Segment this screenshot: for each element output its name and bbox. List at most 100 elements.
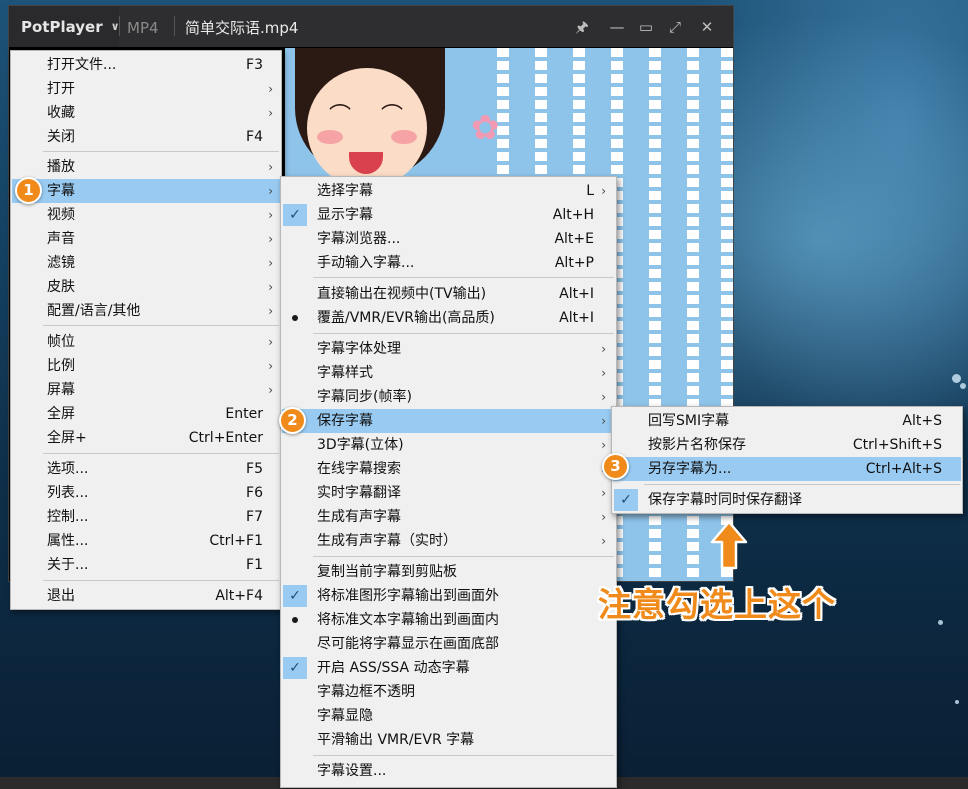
menu-shortcut: Ctrl+F1 <box>209 533 263 549</box>
menu-item-save-with-translation[interactable]: ✓ 保存字幕时同时保存翻译 <box>612 488 962 512</box>
app-menu-button[interactable]: PotPlayer ∨ <box>9 6 120 47</box>
menu-item-label: 全屏+ <box>47 430 87 446</box>
menu-item-manual-input[interactable]: 手动输入字幕... Alt+P <box>281 251 616 275</box>
menu-item-opaque-border[interactable]: 字幕边框不透明 <box>281 680 616 704</box>
menu-item-screen[interactable]: 屏幕 › <box>11 378 281 402</box>
menu-item-tv-output[interactable]: 直接输出在视频中(TV输出) Alt+I <box>281 282 616 306</box>
menu-item-ass-dynamic[interactable]: ✓ 开启 ASS/SSA 动态字幕 <box>281 656 616 680</box>
menu-item-copy-subtitle[interactable]: 复制当前字幕到剪贴板 <box>281 560 616 584</box>
menu-item-label: 关闭 <box>47 129 75 145</box>
menu-item-label: 字幕同步(帧率) <box>317 389 412 405</box>
menu-shortcut: Alt+S <box>902 413 942 429</box>
menu-item-label: 比例 <box>47 358 75 374</box>
menu-item-subtitle-settings[interactable]: 字幕设置... <box>281 759 616 783</box>
menu-item-graphic-outside[interactable]: ✓ 将标准图形字幕输出到画面外 <box>281 584 616 608</box>
menu-item-3d-subtitle[interactable]: 3D字幕(立体) › <box>281 433 616 457</box>
menu-item-sync[interactable]: 字幕同步(帧率) › <box>281 385 616 409</box>
menu-item-toggle-visibility[interactable]: 字幕显隐 <box>281 704 616 728</box>
menu-item-label: 3D字幕(立体) <box>317 437 404 453</box>
menu-item-save-as[interactable]: 另存字幕为... Ctrl+Alt+S <box>613 457 961 481</box>
bubble <box>938 620 943 625</box>
menu-item-control[interactable]: 控制... F7 <box>11 505 281 529</box>
menu-item-fullscreen-plus[interactable]: 全屏+ Ctrl+Enter <box>11 426 281 450</box>
menu-item-save-subtitle[interactable]: 保存字幕 › <box>282 409 615 433</box>
menu-item-label: 手动输入字幕... <box>317 255 415 271</box>
menu-item-exit[interactable]: 退出 Alt+F4 <box>11 584 281 608</box>
menu-item-play[interactable]: 播放 › <box>11 155 281 179</box>
menu-item-label: 实时字幕翻译 <box>317 485 401 501</box>
chevron-right-icon: › <box>601 184 606 198</box>
step-badge-2: 2 <box>279 407 306 434</box>
menu-item-label: 视频 <box>47 207 75 223</box>
menu-shortcut: Alt+F4 <box>215 588 263 604</box>
menu-item-select-subtitle[interactable]: 选择字幕 L › <box>281 179 616 203</box>
menu-item-properties[interactable]: 属性... Ctrl+F1 <box>11 529 281 553</box>
check-icon: ✓ <box>283 204 307 226</box>
menu-item-favorites[interactable]: 收藏 › <box>11 101 281 125</box>
cheek <box>391 130 417 144</box>
eye-icon: ⌒ <box>329 104 352 129</box>
menu-item-fullscreen[interactable]: 全屏 Enter <box>11 402 281 426</box>
chevron-right-icon: › <box>268 280 273 294</box>
menu-shortcut: Alt+I <box>559 286 594 302</box>
chevron-right-icon: › <box>268 106 273 120</box>
menu-item-label: 退出 <box>47 588 75 604</box>
chevron-right-icon: › <box>268 359 273 373</box>
menu-separator <box>43 151 279 152</box>
bubble <box>952 374 961 383</box>
chevron-right-icon: › <box>601 366 606 380</box>
menu-item-writeback-smi[interactable]: 回写SMI字幕 Alt+S <box>612 409 962 433</box>
menu-separator <box>43 580 279 581</box>
menu-item-font[interactable]: 字幕字体处理 › <box>281 337 616 361</box>
menu-item-frame[interactable]: 帧位 › <box>11 330 281 354</box>
bubble <box>955 700 959 704</box>
menu-item-video[interactable]: 视频 › <box>11 203 281 227</box>
menu-item-playlist[interactable]: 列表... F6 <box>11 481 281 505</box>
title-bar: PotPlayer ∨ MP4 简单交际语.mp4 🖈 — ▭ ⤢ ✕ <box>9 6 733 47</box>
menu-item-label: 皮肤 <box>47 279 75 295</box>
menu-item-label: 按影片名称保存 <box>648 437 746 453</box>
fullscreen-button[interactable]: ⤢ <box>665 17 685 37</box>
menu-item-ratio[interactable]: 比例 › <box>11 354 281 378</box>
close-button[interactable]: ✕ <box>697 17 717 37</box>
menu-shortcut: F3 <box>246 57 263 73</box>
menu-item-filter[interactable]: 滤镜 › <box>11 251 281 275</box>
chevron-right-icon: › <box>268 335 273 349</box>
menu-item-bottom-display[interactable]: 尽可能将字幕显示在画面底部 <box>281 632 616 656</box>
menu-item-label: 保存字幕时同时保存翻译 <box>648 492 802 508</box>
subtitle-submenu: 选择字幕 L › ✓ 显示字幕 Alt+H 字幕浏览器... Alt+E 手动输入字幕..… <box>280 176 617 788</box>
menu-item-save-by-name[interactable]: 按影片名称保存 Ctrl+Shift+S <box>612 433 962 457</box>
arrow-up-icon <box>710 520 748 570</box>
menu-item-label: 字幕显隐 <box>317 708 373 724</box>
minimize-button[interactable]: — <box>607 17 627 37</box>
menu-item-subtitle[interactable]: 字幕 › <box>12 179 280 203</box>
menu-item-open-file[interactable]: 打开文件... F3 <box>11 53 281 77</box>
menu-item-label: 控制... <box>47 509 89 525</box>
chevron-right-icon: › <box>268 256 273 270</box>
menu-item-generate-audio[interactable]: 生成有声字幕 › <box>281 505 616 529</box>
maximize-button[interactable]: ▭ <box>636 17 656 37</box>
chevron-right-icon: › <box>268 304 273 318</box>
menu-item-show-subtitle[interactable]: ✓ 显示字幕 Alt+H <box>281 203 616 227</box>
menu-item-overlay-output[interactable]: 覆盖/VMR/EVR输出(高品质) Alt+I <box>281 306 616 330</box>
menu-item-label: 覆盖/VMR/EVR输出(高品质) <box>317 310 495 326</box>
menu-item-label: 回写SMI字幕 <box>648 413 730 429</box>
menu-item-config[interactable]: 配置/语言/其他 › <box>11 299 281 323</box>
menu-item-generate-audio-realtime[interactable]: 生成有声字幕（实时） › <box>281 529 616 553</box>
menu-item-online-search[interactable]: 在线字幕搜索› <box>281 457 616 481</box>
menu-shortcut: Ctrl+Enter <box>188 430 263 446</box>
menu-item-options[interactable]: 选项... F5 <box>11 457 281 481</box>
menu-item-smooth-output[interactable]: 平滑输出 VMR/EVR 字幕 <box>281 728 616 752</box>
menu-item-audio[interactable]: 声音 › <box>11 227 281 251</box>
pin-icon[interactable]: 🖈 <box>572 17 592 37</box>
menu-item-style[interactable]: 字幕样式 › <box>281 361 616 385</box>
menu-item-skin[interactable]: 皮肤 › <box>11 275 281 299</box>
menu-item-open[interactable]: 打开 › <box>11 77 281 101</box>
menu-item-about[interactable]: 关于... F1 <box>11 553 281 577</box>
menu-item-close[interactable]: 关闭 F4 <box>11 125 281 149</box>
menu-item-text-inside[interactable]: 将标准文本字幕输出到画面内 <box>281 608 616 632</box>
flower-icon: ✿ <box>471 108 500 148</box>
menu-item-realtime-translate[interactable]: 实时字幕翻译 › <box>281 481 616 505</box>
menu-shortcut: Alt+I <box>559 310 594 326</box>
menu-item-subtitle-browser[interactable]: 字幕浏览器... Alt+E <box>281 227 616 251</box>
